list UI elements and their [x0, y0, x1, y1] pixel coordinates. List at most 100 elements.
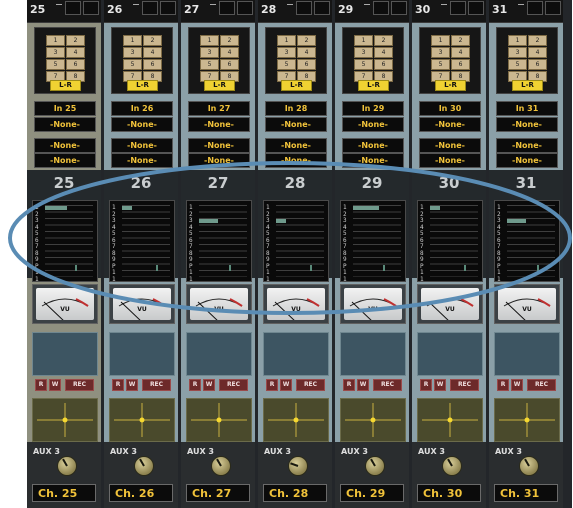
insert-none-field[interactable]: -None- — [188, 117, 250, 132]
w-button[interactable]: W — [126, 379, 138, 391]
input-source-field[interactable]: In 25 — [34, 101, 96, 116]
lr-button[interactable]: L-R — [50, 80, 81, 91]
insert-none-field[interactable]: -None- — [265, 153, 327, 168]
bus-button[interactable]: 5 — [508, 59, 527, 70]
lr-button[interactable]: L-R — [512, 80, 543, 91]
insert-none-field[interactable]: -None- — [342, 153, 404, 168]
rec-button[interactable]: REC — [450, 379, 479, 391]
channel-name-field[interactable]: Ch. 28 — [263, 484, 327, 502]
bus-button[interactable]: 2 — [220, 35, 239, 46]
w-button[interactable]: W — [357, 379, 369, 391]
header-button[interactable] — [296, 1, 312, 15]
input-source-field[interactable]: In 26 — [111, 101, 173, 116]
bus-button[interactable]: 3 — [123, 47, 142, 58]
bus-button[interactable]: 6 — [451, 59, 470, 70]
rec-button[interactable]: REC — [296, 379, 325, 391]
aux-send-knob[interactable] — [57, 456, 77, 476]
insert-none-field[interactable]: -None- — [496, 153, 558, 168]
bus-button[interactable]: 1 — [431, 35, 450, 46]
bus-button[interactable]: 4 — [297, 47, 316, 58]
r-button[interactable]: R — [343, 379, 355, 391]
insert-none-field[interactable]: -None- — [111, 153, 173, 168]
rec-button[interactable]: REC — [65, 379, 94, 391]
bus-button[interactable]: 6 — [143, 59, 162, 70]
r-button[interactable]: R — [497, 379, 509, 391]
w-button[interactable]: W — [511, 379, 523, 391]
bus-button[interactable]: 6 — [374, 59, 393, 70]
rec-button[interactable]: REC — [142, 379, 171, 391]
bus-button[interactable]: 1 — [46, 35, 65, 46]
bus-button[interactable]: 3 — [431, 47, 450, 58]
bus-button[interactable]: 6 — [66, 59, 85, 70]
bus-button[interactable]: 4 — [220, 47, 239, 58]
bus-button[interactable]: 6 — [528, 59, 547, 70]
insert-none-field[interactable]: -None- — [496, 117, 558, 132]
insert-none-field[interactable]: -None- — [265, 117, 327, 132]
pan-position-pad[interactable] — [263, 398, 329, 442]
bus-button[interactable]: 6 — [220, 59, 239, 70]
pan-position-pad[interactable] — [340, 398, 406, 442]
header-button[interactable] — [373, 1, 389, 15]
channel-name-field[interactable]: Ch. 29 — [340, 484, 404, 502]
insert-none-field[interactable]: -None- — [342, 117, 404, 132]
channel-name-field[interactable]: Ch. 25 — [32, 484, 96, 502]
input-source-field[interactable]: In 29 — [342, 101, 404, 116]
insert-none-field[interactable]: -None- — [111, 138, 173, 153]
bus-button[interactable]: 1 — [123, 35, 142, 46]
header-button[interactable] — [468, 1, 484, 15]
r-button[interactable]: R — [420, 379, 432, 391]
aux-send-knob[interactable] — [211, 456, 231, 476]
lr-button[interactable]: L-R — [281, 80, 312, 91]
header-button[interactable] — [83, 1, 99, 15]
insert-none-field[interactable]: -None- — [419, 117, 481, 132]
header-button[interactable] — [545, 1, 561, 15]
aux-send-knob[interactable] — [365, 456, 385, 476]
input-source-field[interactable]: In 31 — [496, 101, 558, 116]
insert-none-field[interactable]: -None- — [34, 138, 96, 153]
bus-button[interactable]: 2 — [143, 35, 162, 46]
bus-button[interactable]: 6 — [297, 59, 316, 70]
lr-button[interactable]: L-R — [127, 80, 158, 91]
channel-name-field[interactable]: Ch. 31 — [494, 484, 558, 502]
bus-button[interactable]: 2 — [451, 35, 470, 46]
insert-none-field[interactable]: -None- — [419, 153, 481, 168]
rec-button[interactable]: REC — [219, 379, 248, 391]
bus-button[interactable]: 5 — [354, 59, 373, 70]
header-button[interactable] — [314, 1, 330, 15]
insert-none-field[interactable]: -None- — [496, 138, 558, 153]
aux-send-knob[interactable] — [519, 456, 539, 476]
bus-button[interactable]: 5 — [200, 59, 219, 70]
bus-button[interactable]: 3 — [354, 47, 373, 58]
w-button[interactable]: W — [280, 379, 292, 391]
input-source-field[interactable]: In 30 — [419, 101, 481, 116]
insert-none-field[interactable]: -None- — [342, 138, 404, 153]
bus-button[interactable]: 4 — [66, 47, 85, 58]
header-button[interactable] — [237, 1, 253, 15]
bus-button[interactable]: 4 — [374, 47, 393, 58]
header-button[interactable] — [450, 1, 466, 15]
bus-button[interactable]: 3 — [277, 47, 296, 58]
bus-button[interactable]: 2 — [297, 35, 316, 46]
lr-button[interactable]: L-R — [435, 80, 466, 91]
header-button[interactable] — [142, 1, 158, 15]
input-source-field[interactable]: In 28 — [265, 101, 327, 116]
rec-button[interactable]: REC — [373, 379, 402, 391]
bus-button[interactable]: 3 — [200, 47, 219, 58]
insert-none-field[interactable]: -None- — [265, 138, 327, 153]
insert-none-field[interactable]: -None- — [188, 153, 250, 168]
header-button[interactable] — [219, 1, 235, 15]
bus-button[interactable]: 1 — [508, 35, 527, 46]
pan-position-pad[interactable] — [32, 398, 98, 442]
bus-button[interactable]: 4 — [451, 47, 470, 58]
bus-button[interactable]: 3 — [508, 47, 527, 58]
pan-position-pad[interactable] — [109, 398, 175, 442]
header-button[interactable] — [527, 1, 543, 15]
input-source-field[interactable]: In 27 — [188, 101, 250, 116]
w-button[interactable]: W — [49, 379, 61, 391]
bus-button[interactable]: 5 — [431, 59, 450, 70]
header-button[interactable] — [391, 1, 407, 15]
header-button[interactable] — [65, 1, 81, 15]
channel-name-field[interactable]: Ch. 26 — [109, 484, 173, 502]
header-button[interactable] — [160, 1, 176, 15]
bus-button[interactable]: 2 — [528, 35, 547, 46]
